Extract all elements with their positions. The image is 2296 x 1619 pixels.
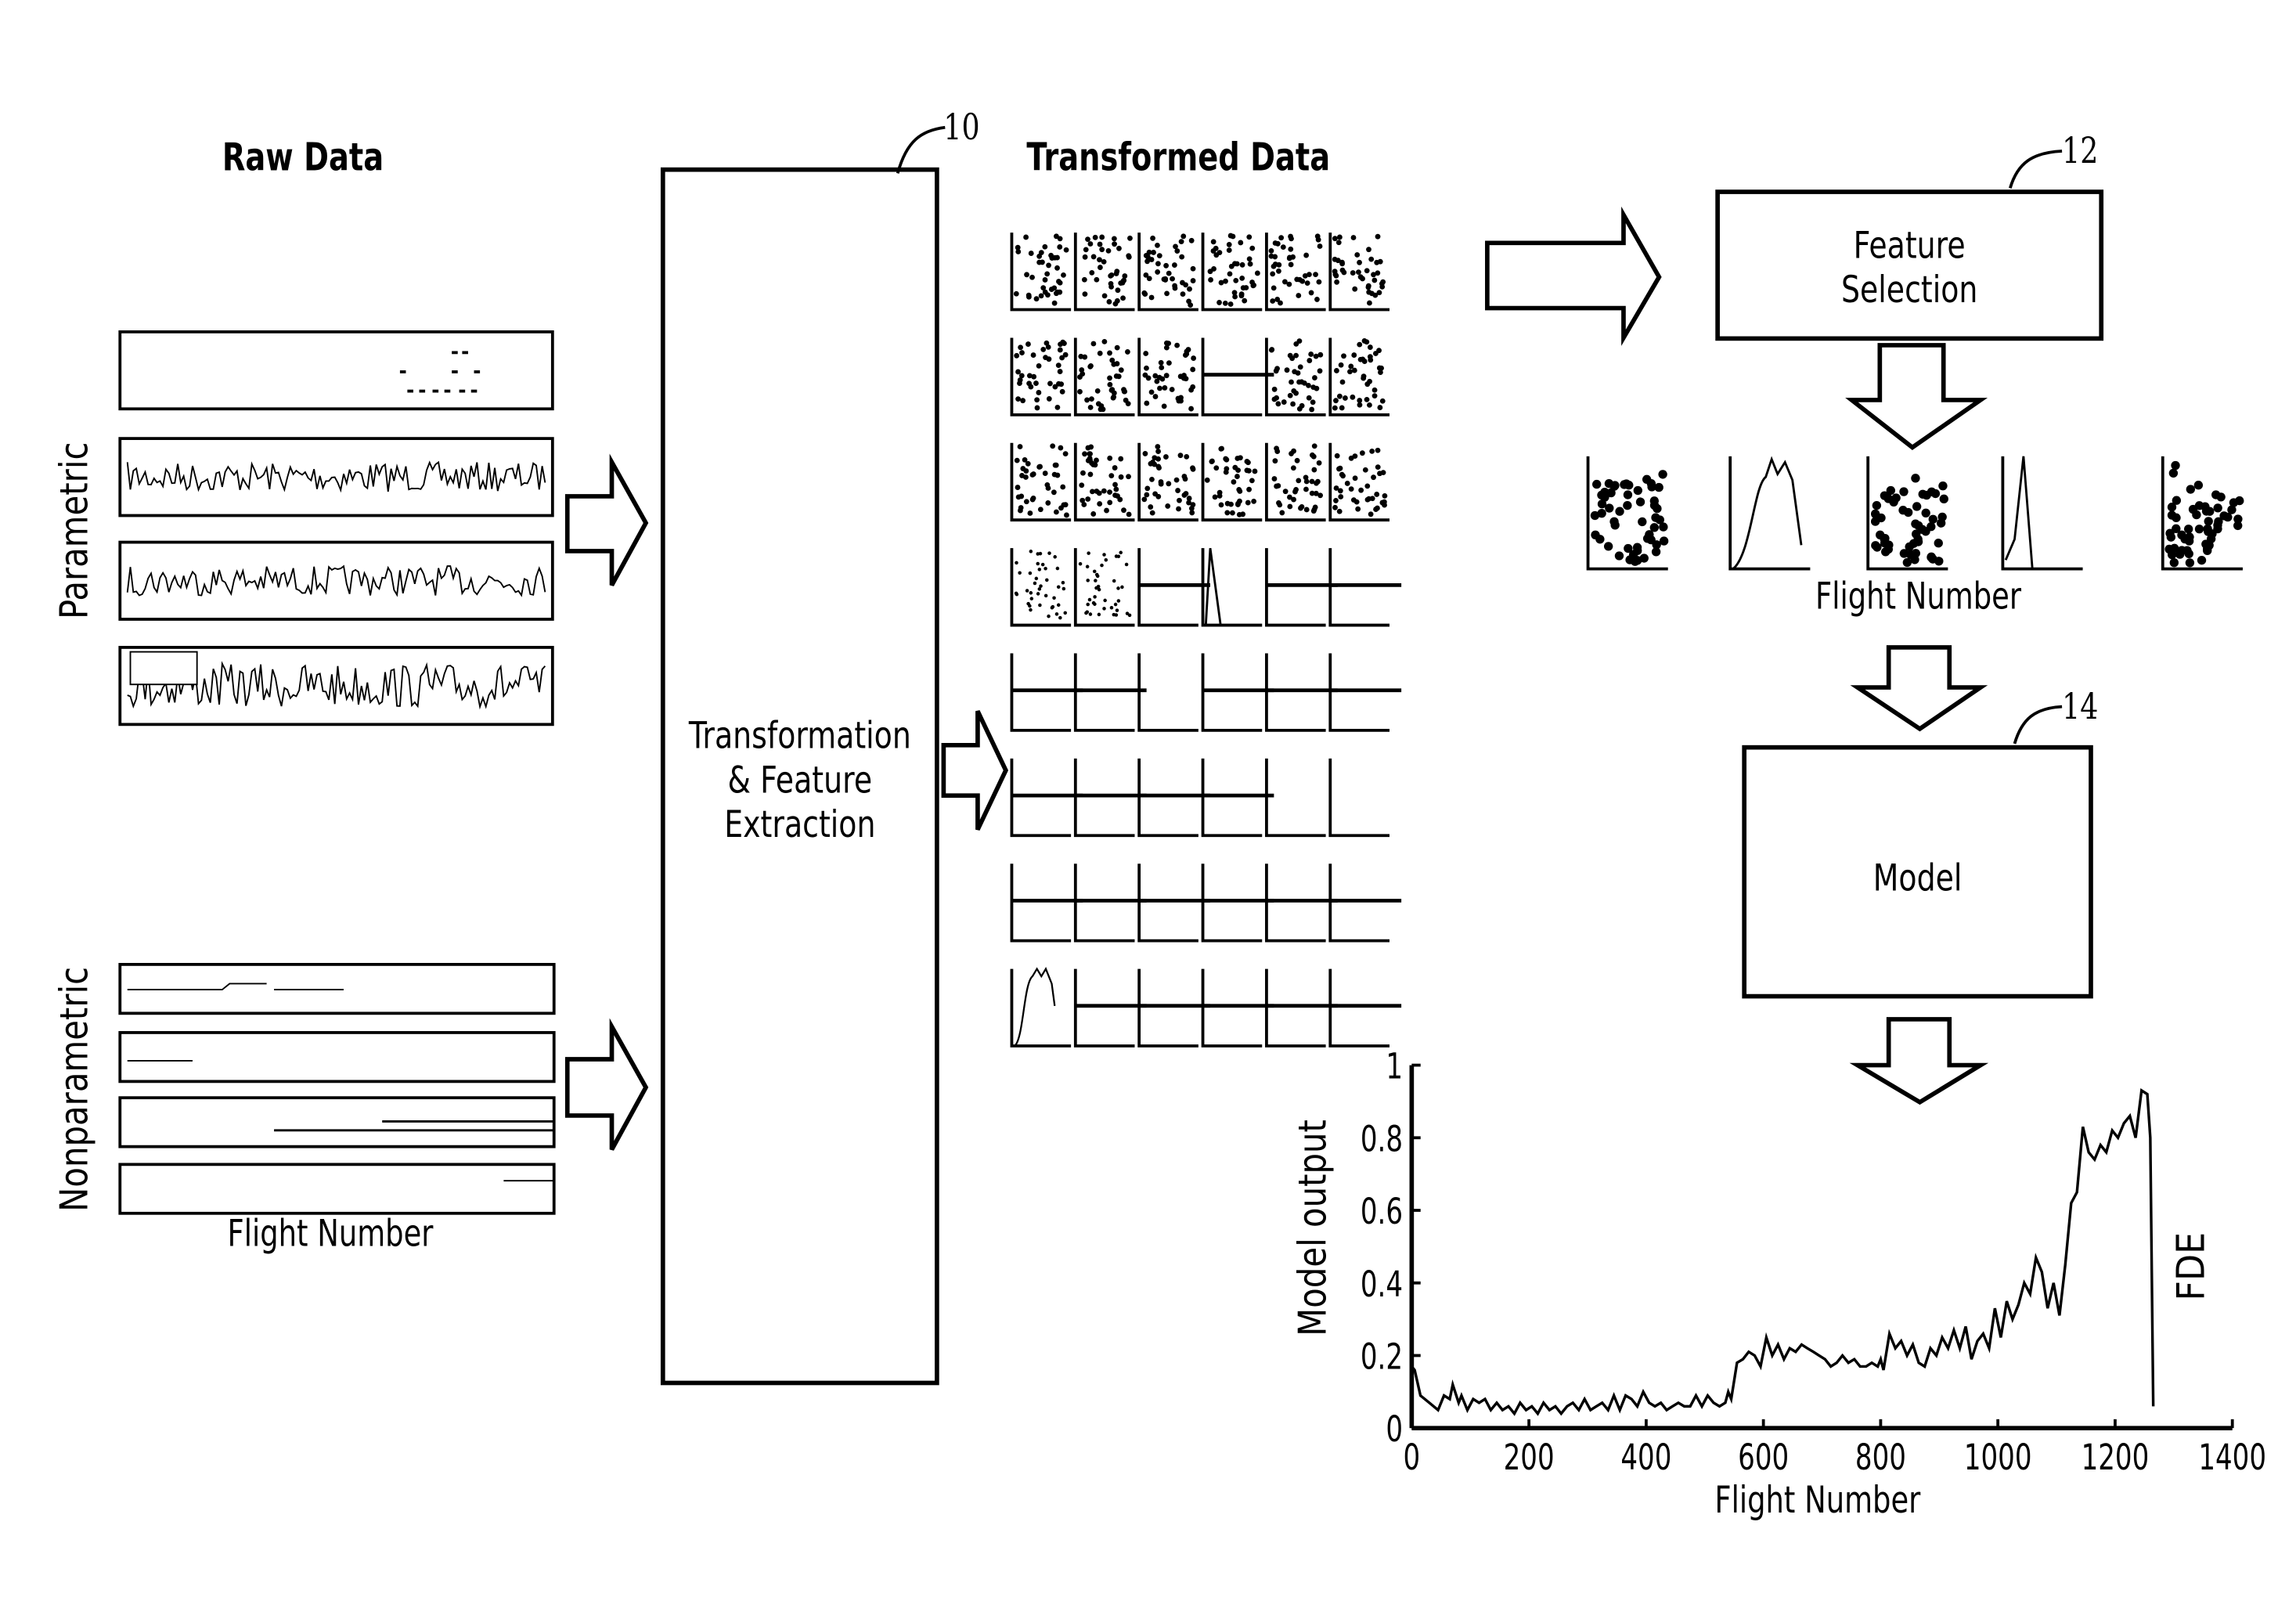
x-tick-label: 1400	[2198, 1437, 2266, 1478]
diagram-canvas: Raw Data Parametric Nonparametric Flight…	[0, 0, 2296, 1619]
model-output-chart: 0 200 400 600 800 1000 1200 1400 0 0.2 0.4 0.6 0.8 1	[1361, 1047, 2266, 1479]
y-tick-label: 0.4	[1361, 1264, 1403, 1305]
y-tick-label: 0	[1386, 1409, 1403, 1450]
y-tick-label: 0.8	[1361, 1120, 1403, 1160]
x-tick-label: 400	[1620, 1437, 1671, 1478]
chart-ylabel: Model output	[1292, 1120, 1336, 1336]
fde-annotation: FDE	[2170, 1231, 2215, 1301]
x-tick-label: 600	[1738, 1437, 1789, 1478]
chart-xlabel: Flight Number	[1714, 1478, 1921, 1522]
y-tick-label: 0.2	[1361, 1337, 1403, 1378]
y-tick-label: 0.6	[1361, 1192, 1403, 1232]
x-tick-label: 1000	[1964, 1437, 2032, 1478]
x-tick-label: 1200	[2082, 1437, 2150, 1478]
x-tick-label: 0	[1404, 1437, 1421, 1478]
x-tick-label: 200	[1504, 1437, 1555, 1478]
y-tick-label: 1	[1386, 1047, 1403, 1087]
x-tick-label: 800	[1855, 1437, 1906, 1478]
model-output-line	[1411, 1088, 2155, 1416]
